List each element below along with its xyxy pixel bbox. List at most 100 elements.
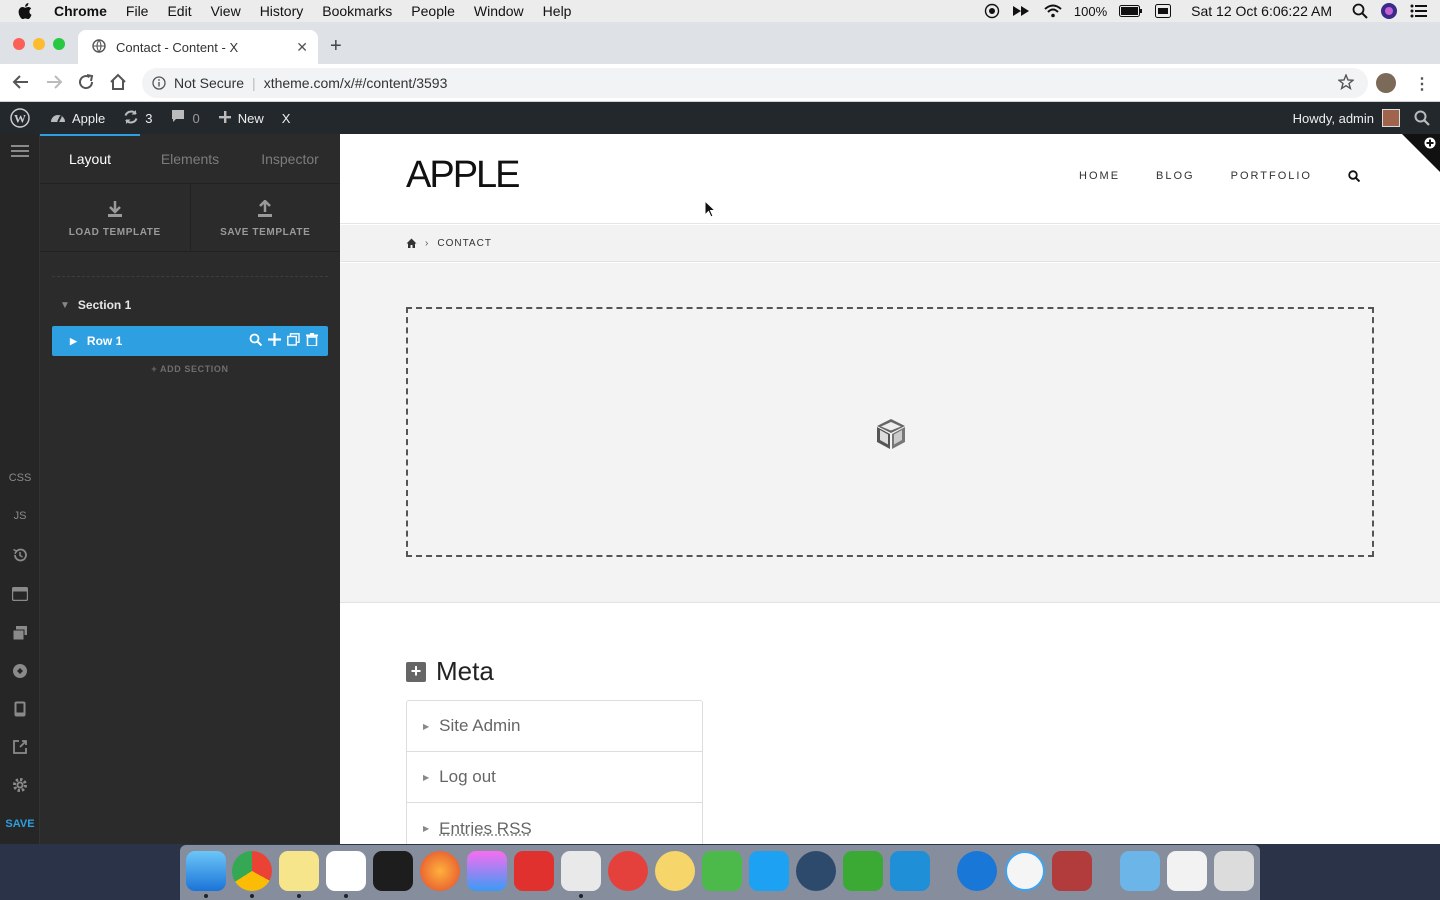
corner-plus-icon[interactable] [1424, 137, 1436, 152]
meta-link-log-out[interactable]: ▶ Log out [407, 752, 702, 803]
window-zoom-button[interactable] [53, 38, 65, 50]
menu-app-name[interactable]: Chrome [54, 3, 107, 19]
admin-avatar[interactable] [1382, 109, 1400, 127]
itunes-icon[interactable] [467, 851, 507, 891]
wp-search-icon[interactable] [1414, 110, 1430, 126]
home-breadcrumb-icon[interactable] [406, 238, 417, 248]
browser-tab[interactable]: Contact - Content - X ✕ [78, 30, 318, 64]
firefox-icon[interactable] [420, 851, 460, 891]
screen-record-icon[interactable] [984, 3, 1000, 19]
save-template-button[interactable]: SAVE TEMPLATE [189, 184, 341, 251]
slack-icon[interactable] [326, 851, 366, 891]
chrome-menu-icon[interactable]: ⋮ [1414, 74, 1430, 94]
caret-right-icon[interactable]: ▶ [70, 336, 77, 347]
simplenote-icon[interactable] [890, 851, 930, 891]
clock[interactable]: Sat 12 Oct 6:06:22 AM [1191, 3, 1332, 19]
add-section-button[interactable]: + ADD SECTION [52, 364, 328, 374]
settings-gear-icon[interactable] [0, 777, 40, 796]
info-icon[interactable] [152, 76, 166, 90]
notes-icon[interactable] [279, 851, 319, 891]
meta-link-entries-rss[interactable]: ▶ Entries RSS [407, 803, 702, 844]
row-item[interactable]: ▶ Row 1 [52, 326, 328, 356]
global-blocks-icon[interactable] [0, 663, 40, 682]
history-icon[interactable] [0, 547, 40, 566]
spotlight-search-icon[interactable] [1352, 3, 1368, 19]
tab-close-icon[interactable]: ✕ [296, 39, 308, 56]
tab-layout[interactable]: Layout [40, 134, 140, 183]
add-column-plus-icon[interactable] [268, 333, 281, 346]
howdy-admin[interactable]: Howdy, admin [1293, 111, 1374, 126]
menu-bookmarks[interactable]: Bookmarks [322, 3, 392, 19]
crossover-icon[interactable] [514, 851, 554, 891]
battery-icon[interactable] [1119, 5, 1143, 17]
terminal-icon[interactable] [373, 851, 413, 891]
fast-forward-icon[interactable] [1012, 4, 1032, 18]
home-icon[interactable] [109, 73, 127, 96]
chrome-icon[interactable] [232, 851, 272, 891]
skype-icon[interactable] [957, 851, 997, 891]
site-logo[interactable]: APPLE [406, 154, 521, 197]
hamburger-menu-icon[interactable] [0, 144, 40, 161]
duplicate-icon[interactable] [287, 333, 300, 346]
wp-site-menu[interactable]: Apple [50, 110, 105, 127]
menu-help[interactable]: Help [543, 3, 572, 19]
address-bar[interactable]: Not Secure | xtheme.com/x/#/content/3593 [142, 68, 1368, 98]
window-minimize-button[interactable] [33, 38, 45, 50]
window-close-button[interactable] [13, 38, 25, 50]
load-template-button[interactable]: LOAD TEMPLATE [40, 184, 190, 251]
empty-row-dropzone[interactable] [406, 307, 1374, 557]
quicktime-icon[interactable] [796, 851, 836, 891]
atom-icon[interactable] [655, 851, 695, 891]
wp-comments[interactable]: 0 [170, 109, 200, 127]
css-button[interactable]: CSS [0, 472, 40, 484]
forward-arrow-icon[interactable] [45, 73, 63, 96]
header-builder-icon[interactable] [0, 586, 40, 604]
camtasia-icon[interactable] [843, 851, 883, 891]
bookmark-star-icon[interactable] [1337, 73, 1355, 93]
apple-menu-icon[interactable] [18, 3, 36, 19]
reload-icon[interactable] [77, 73, 95, 96]
menu-edit[interactable]: Edit [167, 3, 191, 19]
nav-portfolio[interactable]: PORTFOLIO [1231, 170, 1312, 182]
menu-window[interactable]: Window [474, 3, 524, 19]
js-button[interactable]: JS [0, 510, 40, 522]
twitter-icon[interactable] [749, 851, 789, 891]
tab-inspector[interactable]: Inspector [240, 134, 340, 183]
feedly-icon[interactable] [702, 851, 742, 891]
delete-trash-icon[interactable] [306, 333, 318, 346]
airmail-icon[interactable] [608, 851, 648, 891]
profile-avatar[interactable] [1376, 73, 1396, 93]
nav-blog[interactable]: BLOG [1156, 170, 1195, 182]
menu-view[interactable]: View [211, 3, 241, 19]
wifi-icon[interactable] [1044, 4, 1062, 18]
tab-elements[interactable]: Elements [140, 134, 240, 183]
wp-new[interactable]: New [218, 110, 264, 127]
chrome-app-window-icon[interactable] [1167, 851, 1207, 891]
sequel-pro-icon[interactable] [561, 851, 601, 891]
external-link-icon[interactable] [0, 739, 40, 758]
section-item[interactable]: ▼ Section 1 [52, 293, 328, 317]
folder-icon[interactable] [1120, 851, 1160, 891]
wordpress-logo-icon[interactable]: W [10, 108, 30, 128]
menu-file[interactable]: File [126, 3, 149, 19]
responsive-preview-icon[interactable] [0, 701, 40, 720]
new-tab-button[interactable]: + [330, 35, 342, 58]
meta-link-site-admin[interactable]: ▶ Site Admin [407, 701, 702, 752]
back-arrow-icon[interactable] [12, 73, 30, 96]
url-text[interactable]: xtheme.com/x/#/content/3593 [264, 75, 448, 91]
nav-search-icon[interactable] [1348, 170, 1360, 182]
trash-icon[interactable] [1214, 851, 1254, 891]
notification-center-icon[interactable] [1410, 4, 1428, 18]
photo-booth-icon[interactable] [1052, 851, 1092, 891]
save-button[interactable]: SAVE [0, 818, 40, 830]
finder-icon[interactable] [186, 851, 226, 891]
input-source-icon[interactable] [1155, 4, 1172, 18]
wp-updates[interactable]: 3 [123, 109, 152, 128]
wp-x-link[interactable]: X [282, 111, 291, 126]
menu-people[interactable]: People [411, 3, 455, 19]
caret-down-icon[interactable]: ▼ [60, 300, 70, 311]
siri-icon[interactable] [1380, 2, 1398, 20]
inspect-search-icon[interactable] [249, 333, 262, 346]
nav-home[interactable]: HOME [1079, 170, 1120, 182]
circle-app-icon[interactable] [1005, 851, 1045, 891]
